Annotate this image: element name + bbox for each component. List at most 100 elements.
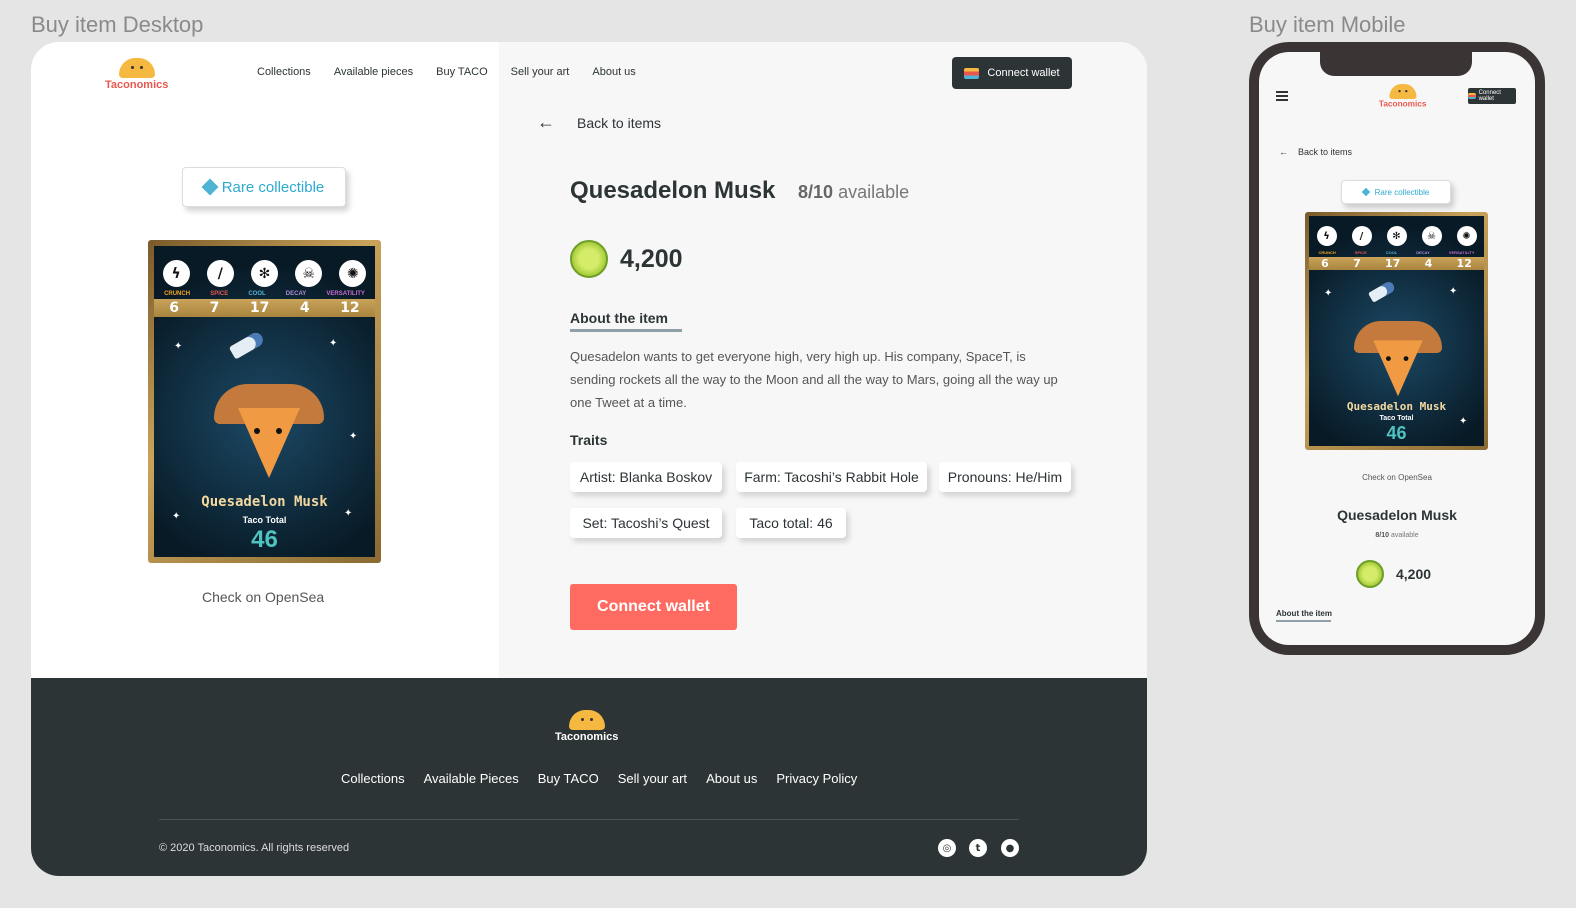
trait-label: DECAY <box>285 291 307 297</box>
nav-link-buy-taco[interactable]: Buy TACO <box>436 66 488 78</box>
taco-eyes <box>1386 356 1391 361</box>
nav-link-about-us[interactable]: About us <box>592 66 635 78</box>
footer-link-collections[interactable]: Collections <box>341 771 405 786</box>
about-item-tab[interactable]: About the item <box>570 310 668 326</box>
twitter-icon[interactable]: t <box>969 839 987 857</box>
card-stat-bar: 6 7 17 4 12 <box>1309 257 1484 270</box>
trait-value: 17 <box>249 300 270 316</box>
trait-chip: Farm: Tacoshi’s Rabbit Hole <box>736 462 927 492</box>
star-icon: ✦ <box>174 341 183 352</box>
nav-link-available-pieces[interactable]: Available pieces <box>334 66 413 78</box>
mobile-frame-title: Buy item Mobile <box>1249 12 1406 37</box>
trait-value: 12 <box>1456 257 1472 270</box>
taco-logo-icon <box>1389 84 1417 99</box>
taco-token-icon <box>570 240 608 278</box>
trait-chip: Pronouns: He/Him <box>939 462 1071 492</box>
mobile-item-title: Quesadelon Musk <box>1337 507 1457 523</box>
medium-icon[interactable]: ● <box>1001 839 1019 857</box>
about-item-text: Quesadelon wants to get everyone high, v… <box>570 349 1058 410</box>
brand-name: Taconomics <box>105 79 169 91</box>
taco-token-icon <box>1356 560 1384 588</box>
trait-label: CRUNCH <box>164 291 191 297</box>
footer-link-available-pieces[interactable]: Available Pieces <box>424 771 519 786</box>
footer-brand-logo[interactable]: Taconomics <box>555 710 618 743</box>
nft-card-image[interactable]: ϟ / ✻ ☠ ✺ CRUNCH SPICE COOL DECAY VERSAT… <box>148 240 381 563</box>
mobile-about-item-tab[interactable]: About the item <box>1276 609 1332 618</box>
nav-link-sell-your-art[interactable]: Sell your art <box>511 66 570 78</box>
connect-wallet-button[interactable]: Connect wallet <box>952 57 1072 89</box>
footer-link-about-us[interactable]: About us <box>706 771 757 786</box>
mobile-about-tab-underline <box>1276 620 1331 622</box>
trait-chip: Set: Tacoshi’s Quest <box>570 508 722 538</box>
brand-logo[interactable]: Taconomics <box>105 58 168 91</box>
trait-label: VERSATILITY <box>1448 250 1475 255</box>
taco-eyes <box>254 428 260 434</box>
footer-brand-name: Taconomics <box>555 731 619 743</box>
available-count: 8/10 <box>1375 532 1390 539</box>
trait-value: 12 <box>340 300 360 316</box>
phone-notch <box>1320 52 1472 76</box>
mobile-brand-name: Taconomics <box>1378 99 1427 109</box>
sun-icon: ✺ <box>339 260 367 287</box>
trait-value: 6 <box>1321 257 1329 270</box>
footer-link-sell-your-art[interactable]: Sell your art <box>618 771 687 786</box>
check-opensea-link[interactable]: Check on OpenSea <box>202 589 324 605</box>
nav-link-collections[interactable]: Collections <box>257 66 311 78</box>
mobile-availability-text: 8/10 available <box>1259 532 1535 539</box>
lightning-icon: ϟ <box>162 260 190 287</box>
mobile-check-opensea-link[interactable]: Check on OpenSea <box>1259 473 1535 482</box>
mobile-rare-collectible-badge: Rare collectible <box>1341 180 1451 204</box>
card-artwork: ϟ / ✻ ☠ ✺ CRUNCH SPICE COOL DECAY VERSAT… <box>1309 216 1484 446</box>
trait-chip: Artist: Blanka Boskov <box>570 462 722 492</box>
trait-label: DECAY <box>1416 250 1430 255</box>
snowflake-icon: ✻ <box>1386 226 1407 246</box>
item-title: Quesadelon Musk <box>570 177 776 204</box>
card-trait-icons: ϟ / ✻ ☠ ✺ <box>1309 216 1484 246</box>
instagram-icon[interactable]: ◎ <box>938 839 956 857</box>
card-total-label: Taco Total <box>1379 415 1414 422</box>
back-to-items-link[interactable]: ← Back to items <box>537 112 661 133</box>
footer-link-privacy-policy[interactable]: Privacy Policy <box>776 771 857 786</box>
mobile-badge-label: Rare collectible <box>1374 187 1430 197</box>
card-name: Quesadelon Musk <box>1346 400 1447 413</box>
star-icon: ✦ <box>329 338 338 349</box>
diamond-icon <box>201 178 219 196</box>
taco-logo-icon <box>568 710 605 730</box>
card-trait-labels: CRUNCH SPICE COOL DECAY VERSATILITY <box>154 291 375 297</box>
desktop-frame-title: Buy item Desktop <box>31 12 204 37</box>
trait-value: 4 <box>1424 257 1433 270</box>
footer-link-buy-taco[interactable]: Buy TACO <box>538 771 599 786</box>
card-stat-bar: 6 7 17 4 12 <box>154 299 375 317</box>
copyright-text: © 2020 Taconomics. All rights reserved <box>159 842 350 854</box>
star-icon: ✦ <box>1324 288 1333 299</box>
footer: Taconomics Collections Available Pieces … <box>31 678 1147 876</box>
mobile-brand-logo[interactable]: Taconomics <box>1378 84 1427 109</box>
back-label: Back to items <box>577 114 662 131</box>
card-total: 46 <box>251 526 278 553</box>
mobile-nft-card-image[interactable]: ϟ / ✻ ☠ ✺ CRUNCH SPICE COOL DECAY VERSAT… <box>1305 212 1488 450</box>
nav-links: Collections Available pieces Buy TACO Se… <box>257 66 636 78</box>
card-name: Quesadelon Musk <box>201 494 328 510</box>
mobile-connect-label: Connect wallet <box>1478 90 1501 102</box>
footer-links: Collections Available Pieces Buy TACO Se… <box>341 771 857 786</box>
footer-divider <box>159 819 1019 820</box>
card-trait-labels: CRUNCH SPICE COOL DECAY VERSATILITY <box>1309 250 1484 255</box>
mobile-connect-wallet-button[interactable]: Connect wallet <box>1468 88 1516 104</box>
trait-value: 6 <box>169 300 180 316</box>
trait-value: 7 <box>209 300 220 316</box>
trait-value: 7 <box>1353 257 1361 270</box>
taco-character <box>214 384 324 484</box>
trait-label: CRUNCH <box>1318 250 1336 255</box>
mobile-back-to-items-link[interactable]: ← Back to items <box>1279 147 1352 157</box>
card-artwork: ϟ / ✻ ☠ ✺ CRUNCH SPICE COOL DECAY VERSAT… <box>154 246 375 557</box>
trait-label: VERSATILITY <box>326 291 365 297</box>
connect-wallet-cta-button[interactable]: Connect wallet <box>570 584 737 630</box>
available-count: 8/10 <box>798 182 834 202</box>
chili-icon: / <box>206 260 234 287</box>
trait-value: 17 <box>1385 257 1401 270</box>
hamburger-menu-icon[interactable] <box>1276 91 1288 101</box>
desktop-page: Taconomics Collections Available pieces … <box>31 42 1147 876</box>
sun-icon: ✺ <box>1456 226 1477 246</box>
star-icon: ✦ <box>1449 286 1458 297</box>
snowflake-icon: ✻ <box>250 260 278 287</box>
